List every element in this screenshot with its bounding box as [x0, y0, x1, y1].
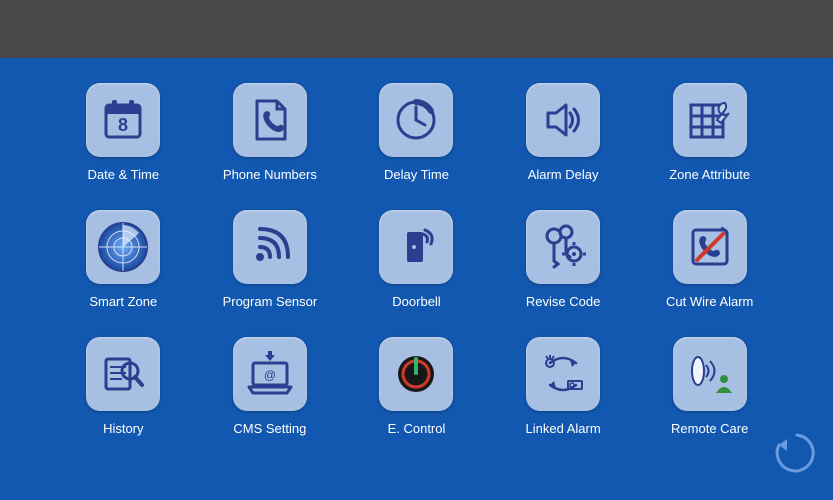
tile-label: Linked Alarm	[526, 421, 601, 436]
tile-label: Delay Time	[384, 167, 449, 182]
tile-revise-code[interactable]: Revise Code	[510, 210, 617, 309]
tile-label: Alarm Delay	[528, 167, 599, 182]
calendar-icon: 8	[86, 83, 160, 157]
tile-label: E. Control	[388, 421, 446, 436]
back-arrow-icon	[767, 427, 815, 475]
tile-label: Revise Code	[526, 294, 600, 309]
linked-icon	[526, 337, 600, 411]
title-bar	[0, 0, 833, 58]
tile-linked-alarm[interactable]: Linked Alarm	[510, 337, 617, 436]
keys-gear-icon	[526, 210, 600, 284]
tile-label: CMS Setting	[233, 421, 306, 436]
signal-icon	[233, 210, 307, 284]
laptop-upload-icon: @	[233, 337, 307, 411]
tile-label: Phone Numbers	[223, 167, 317, 182]
tile-label: Remote Care	[671, 421, 748, 436]
tile-remote-care[interactable]: Remote Care	[656, 337, 763, 436]
tile-zone-attribute[interactable]: Zone Attribute	[656, 83, 763, 182]
tile-label: History	[103, 421, 143, 436]
tile-label: Doorbell	[392, 294, 440, 309]
tile-doorbell[interactable]: Doorbell	[363, 210, 470, 309]
tile-smart-zone[interactable]: Smart Zone	[70, 210, 177, 309]
speaker-icon	[526, 83, 600, 157]
tile-label: Zone Attribute	[669, 167, 750, 182]
tile-alarm-delay[interactable]: Alarm Delay	[510, 83, 617, 182]
tile-label: Cut Wire Alarm	[666, 294, 753, 309]
tile-delay-time[interactable]: Delay Time	[363, 83, 470, 182]
remote-care-icon	[673, 337, 747, 411]
tile-label: Smart Zone	[89, 294, 157, 309]
tile-label: Program Sensor	[223, 294, 318, 309]
tile-label: Date & Time	[88, 167, 160, 182]
cut-phone-icon	[673, 210, 747, 284]
tile-e-control[interactable]: E. Control	[363, 337, 470, 436]
tile-date-time[interactable]: 8 Date & Time	[70, 83, 177, 182]
tile-cut-wire-alarm[interactable]: Cut Wire Alarm	[656, 210, 763, 309]
search-doc-icon	[86, 337, 160, 411]
tile-phone-numbers[interactable]: Phone Numbers	[217, 83, 324, 182]
back-button[interactable]	[767, 427, 815, 475]
doorbell-icon	[379, 210, 453, 284]
tile-program-sensor[interactable]: Program Sensor	[217, 210, 324, 309]
power-icon	[379, 337, 453, 411]
clock-icon	[379, 83, 453, 157]
svg-text:@: @	[264, 368, 276, 382]
svg-text:8: 8	[118, 115, 128, 135]
radar-icon	[86, 210, 160, 284]
tile-cms-setting[interactable]: @ CMS Setting	[217, 337, 324, 436]
grid-wrench-icon	[673, 83, 747, 157]
menu-grid: 8 Date & Time Phone Numbers Delay Time	[0, 58, 833, 436]
tile-history[interactable]: History	[70, 337, 177, 436]
phone-doc-icon	[233, 83, 307, 157]
